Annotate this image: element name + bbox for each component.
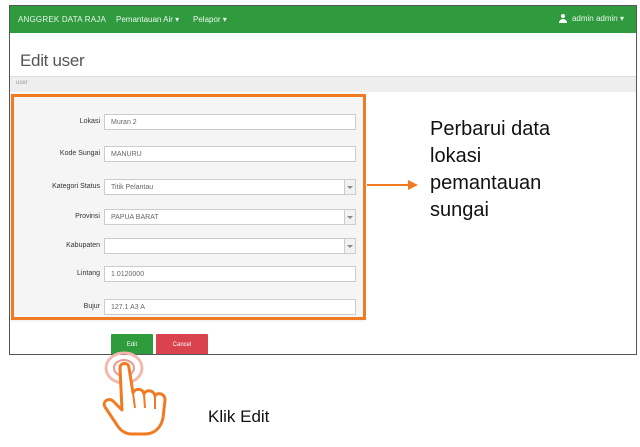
user-icon [558, 14, 567, 23]
breadcrumb[interactable]: user [16, 80, 28, 86]
callout-line-1: Perbarui data [430, 118, 551, 140]
brand-link[interactable]: ANGGREK DATA RAJA [18, 15, 106, 24]
hand-pointer-icon [102, 351, 167, 436]
callout-text: Perbarui data lokasi pemantauan sungai [430, 116, 630, 224]
nav-menu-pelapor[interactable]: Pelapor ▾ [193, 15, 227, 24]
user-menu-label: admin admin ▾ [571, 14, 624, 23]
arrow-right-icon [367, 184, 409, 186]
arrow-head-icon [408, 180, 418, 190]
klik-edit-label: Klik Edit [208, 407, 270, 426]
breadcrumb-bar: user [10, 77, 636, 92]
callout-line-2: lokasi [430, 145, 482, 167]
nav-menu-pemantauan[interactable]: Pemantauan Air ▾ [116, 15, 179, 24]
callout-line-3: pemantauan [430, 172, 542, 194]
callout-line-4: sungai [430, 199, 489, 221]
user-menu[interactable]: admin admin ▾ [558, 14, 624, 23]
page-title: Edit user [20, 51, 85, 70]
form-highlight-box [11, 94, 366, 320]
top-navbar: ANGGREK DATA RAJA Pemantauan Air ▾ Pelap… [10, 6, 636, 33]
